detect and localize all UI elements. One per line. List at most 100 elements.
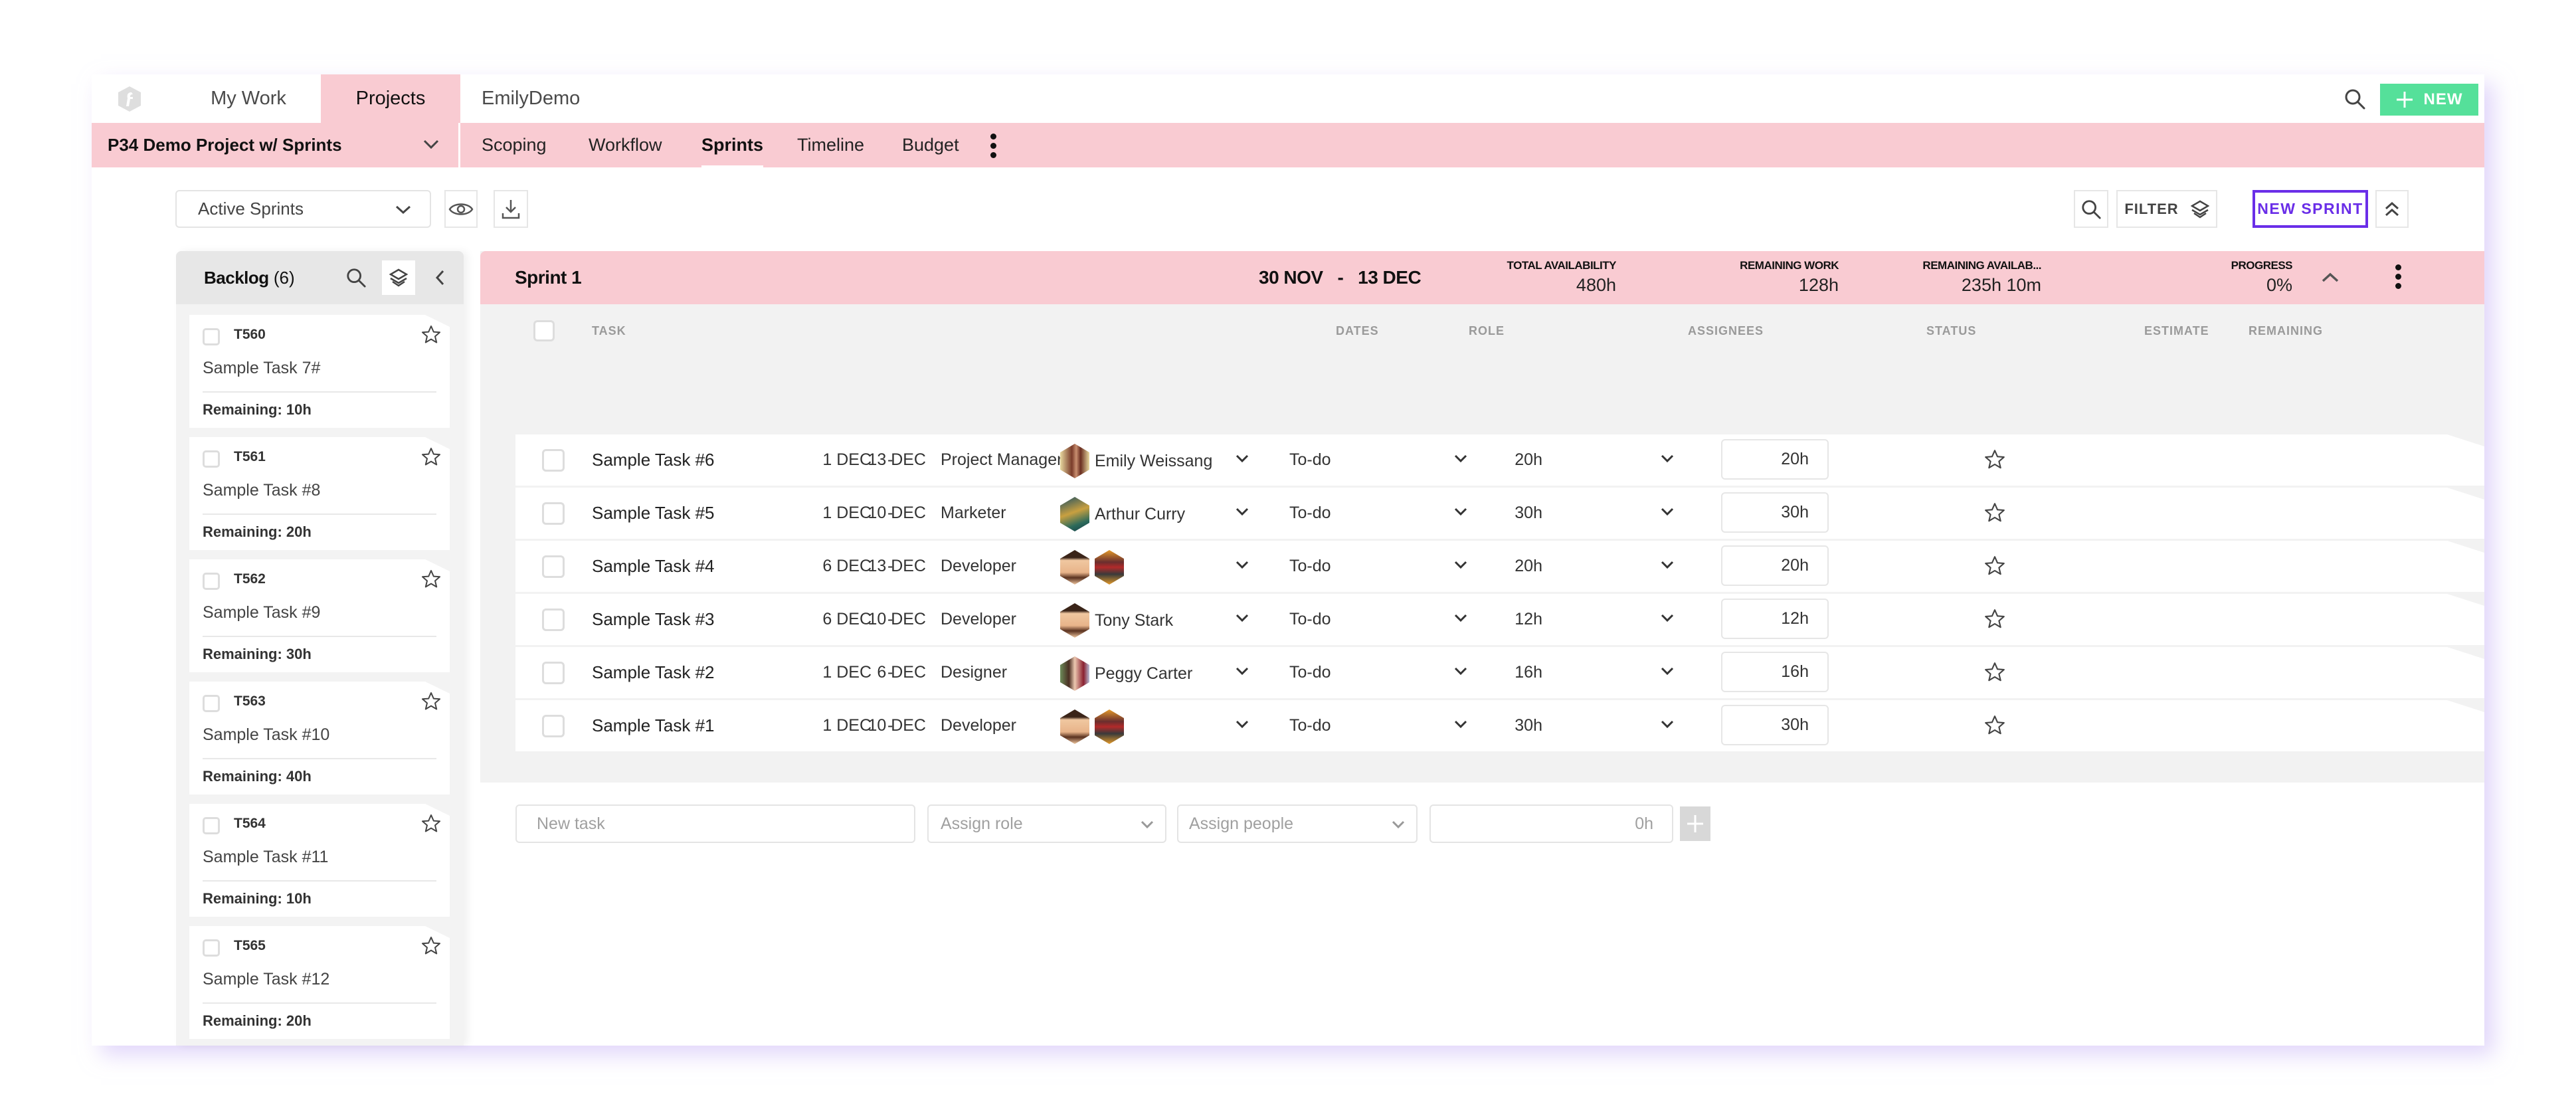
task-checkbox[interactable] [542, 502, 565, 525]
star-icon[interactable] [420, 446, 442, 468]
tab-scoping[interactable]: Scoping [482, 123, 547, 167]
role-chevron-down-icon[interactable] [1235, 612, 1249, 623]
role-chevron-down-icon[interactable] [1235, 666, 1249, 676]
estimate-input[interactable]: 30h [1721, 492, 1829, 533]
task-name[interactable]: Sample Task #6 [592, 434, 715, 486]
task-checkbox[interactable] [542, 555, 565, 578]
assignee-avatars[interactable] [1060, 709, 1124, 744]
chevron-up-icon[interactable] [2321, 272, 2340, 283]
status-chevron-down-icon[interactable] [1660, 666, 1675, 676]
star-icon[interactable] [420, 813, 442, 834]
assignee-chevron-down-icon[interactable] [1453, 719, 1468, 729]
task-role[interactable]: Project Manager [941, 434, 1062, 486]
task-checkbox[interactable] [542, 608, 565, 631]
visibility-button[interactable] [444, 190, 478, 228]
collapse-all-button[interactable] [2375, 190, 2409, 228]
role-chevron-down-icon[interactable] [1235, 719, 1249, 729]
new-sprint-button[interactable]: NEW SPRINT [2253, 190, 2368, 228]
backlog-card[interactable]: T561 Sample Task #8 Remaining: 20h [189, 437, 450, 550]
tab-sprints[interactable]: Sprints [701, 123, 764, 169]
assignee-avatars[interactable] [1060, 656, 1089, 691]
new-task-input[interactable]: New task [515, 804, 915, 843]
task-start-date[interactable]: 1 DEC [822, 647, 872, 698]
sprint-filter-select[interactable]: Active Sprints [175, 190, 431, 228]
assignee-name[interactable]: Tony Stark [1095, 594, 1173, 645]
star-icon[interactable] [1983, 502, 2006, 524]
task-row[interactable]: Sample Task #2 1 DEC - 6 DEC Designer Pe… [515, 647, 2484, 698]
add-task-button[interactable] [1679, 805, 1712, 842]
task-name[interactable]: Sample Task #3 [592, 594, 715, 645]
more-tabs-kebab-icon[interactable] [990, 134, 997, 161]
select-all-checkbox[interactable] [533, 320, 555, 341]
backlog-card[interactable]: T565 Sample Task #12 Remaining: 20h [189, 926, 450, 1039]
star-icon[interactable] [420, 691, 442, 712]
assignee-name[interactable]: Peggy Carter [1095, 647, 1192, 698]
task-status[interactable]: To-do [1289, 434, 1331, 486]
estimate-input[interactable]: 20h [1721, 439, 1829, 480]
task-role[interactable]: Marketer [941, 488, 1006, 539]
status-chevron-down-icon[interactable] [1660, 719, 1675, 729]
assignee-chevron-down-icon[interactable] [1453, 453, 1468, 464]
task-end-date[interactable]: 13 DEC [868, 541, 926, 592]
collapse-backlog-button[interactable] [423, 260, 456, 295]
backlog-card[interactable]: T564 Sample Task #11 Remaining: 10h [189, 804, 450, 917]
assign-role-select[interactable]: Assign role [927, 804, 1166, 843]
assignee-name[interactable]: Arthur Curry [1095, 488, 1185, 539]
sprint-header[interactable]: Sprint 1 30 NOV - 13 DEC TOTAL AVAILABIL… [480, 251, 2484, 304]
star-icon[interactable] [420, 324, 442, 345]
sprint-search-button[interactable] [2074, 190, 2108, 228]
assignee-avatars[interactable] [1060, 550, 1124, 585]
assignee-chevron-down-icon[interactable] [1453, 559, 1468, 570]
task-end-date[interactable]: 10 DEC [868, 488, 926, 539]
tab-timeline[interactable]: Timeline [797, 123, 864, 167]
task-start-date[interactable]: 1 DEC [822, 700, 872, 751]
task-row[interactable]: Sample Task #1 1 DEC - 10 DEC Developer … [515, 700, 2484, 751]
task-row[interactable]: Sample Task #5 1 DEC - 10 DEC Marketer A… [515, 488, 2484, 539]
role-chevron-down-icon[interactable] [1235, 453, 1249, 464]
nav-tab-projects[interactable]: Projects [321, 74, 460, 123]
search-icon[interactable] [2344, 88, 2366, 110]
backlog-card-checkbox[interactable] [203, 450, 220, 468]
task-status[interactable]: To-do [1289, 700, 1331, 751]
assignee-avatars[interactable] [1060, 497, 1089, 531]
backlog-search-button[interactable] [339, 260, 373, 295]
task-end-date[interactable]: 6 DEC [877, 647, 926, 698]
new-task-hours-input[interactable]: 0h [1429, 804, 1673, 843]
task-status[interactable]: To-do [1289, 594, 1331, 645]
star-icon[interactable] [1983, 714, 2006, 737]
task-status[interactable]: To-do [1289, 647, 1331, 698]
status-chevron-down-icon[interactable] [1660, 506, 1675, 517]
estimate-input[interactable]: 20h [1721, 545, 1829, 586]
assignee-name[interactable]: Emily Weissang [1095, 434, 1212, 486]
assignee-chevron-down-icon[interactable] [1453, 612, 1468, 623]
project-selector[interactable]: P34 Demo Project w/ Sprints [92, 123, 460, 167]
backlog-card-checkbox[interactable] [203, 695, 220, 712]
task-end-date[interactable]: 10 DEC [868, 594, 926, 645]
assignee-avatars[interactable] [1060, 603, 1089, 638]
assign-people-select[interactable]: Assign people [1177, 804, 1418, 843]
status-chevron-down-icon[interactable] [1660, 453, 1675, 464]
app-logo-icon[interactable] [118, 86, 141, 112]
task-row[interactable]: Sample Task #3 6 DEC - 10 DEC Developer … [515, 594, 2484, 645]
nav-tab-my-work[interactable]: My Work [175, 74, 322, 123]
backlog-filter-button[interactable] [382, 260, 415, 295]
task-role[interactable]: Developer [941, 594, 1016, 645]
task-status[interactable]: To-do [1289, 541, 1331, 592]
new-button[interactable]: NEW [2380, 84, 2478, 116]
sprint-menu-kebab-icon[interactable] [2395, 264, 2402, 292]
star-icon[interactable] [420, 935, 442, 957]
task-start-date[interactable]: 1 DEC [822, 488, 872, 539]
filter-button[interactable]: FILTER [2116, 190, 2217, 228]
task-start-date[interactable]: 6 DEC [822, 541, 872, 592]
backlog-card-checkbox[interactable] [203, 817, 220, 834]
role-chevron-down-icon[interactable] [1235, 559, 1249, 570]
task-end-date[interactable]: 13 DEC [868, 434, 926, 486]
estimate-input[interactable]: 30h [1721, 705, 1829, 745]
task-role[interactable]: Developer [941, 700, 1016, 751]
estimate-input[interactable]: 16h [1721, 652, 1829, 692]
task-end-date[interactable]: 10 DEC [868, 700, 926, 751]
star-icon[interactable] [420, 569, 442, 590]
role-chevron-down-icon[interactable] [1235, 506, 1249, 517]
backlog-card-checkbox[interactable] [203, 573, 220, 590]
task-checkbox[interactable] [542, 662, 565, 684]
